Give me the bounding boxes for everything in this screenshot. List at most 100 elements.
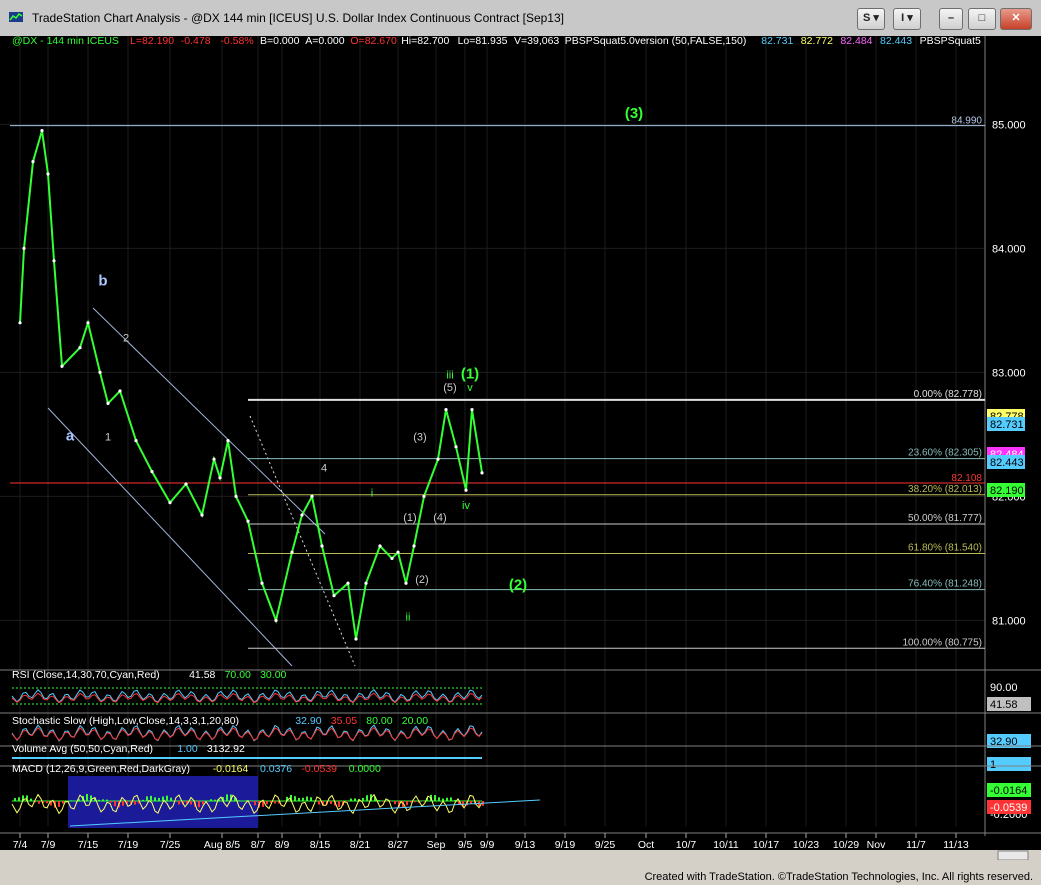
volume-legend-2: 3132.92 — [207, 743, 245, 755]
chart-area[interactable]: RSI (Close,14,30,70,Cyan,Red) 41.58 70.00 3… — [0, 36, 1041, 860]
wave-label-16: ii — [406, 611, 411, 623]
price-point-38 — [436, 457, 440, 461]
macd-hist — [86, 794, 88, 801]
macd-hist — [198, 801, 200, 808]
macd-hist — [110, 801, 112, 803]
macd-hist — [366, 795, 368, 801]
x-tick-17: Oct — [638, 839, 654, 851]
scrollbar-thumb — [997, 850, 1029, 860]
volume-legend-0: Volume Avg (50,50,Cyan,Red) — [12, 743, 153, 755]
close-button[interactable]: ✕ — [1000, 8, 1032, 30]
price-point-0 — [18, 321, 22, 325]
price-point-4 — [46, 172, 50, 176]
price-point-34 — [396, 550, 400, 554]
price-point-5 — [52, 259, 56, 263]
price-point-35 — [404, 581, 408, 585]
x-tick-22: 10/29 — [833, 839, 859, 851]
wave-label-3: 2 — [123, 332, 129, 344]
price-tag-3: 82.443 — [990, 457, 1024, 469]
macd-hist — [122, 801, 124, 806]
x-tick-16: 9/25 — [595, 839, 616, 851]
price-point-2 — [31, 160, 35, 164]
wave-label-4: 1 — [105, 432, 111, 444]
macd-tag-0: -0.0164 — [990, 785, 1027, 797]
copyright-footer: Created with TradeStation. ©TradeStation… — [644, 871, 1033, 883]
macd-hist — [330, 801, 332, 804]
minimize-button[interactable]: – — [939, 8, 963, 30]
wave-label-15: (2) — [415, 574, 428, 586]
price-point-14 — [168, 501, 172, 505]
price-point-29 — [346, 581, 350, 585]
i-menu-button[interactable]: I ▾ — [893, 8, 921, 30]
macd-hist — [14, 798, 16, 801]
wave-label-5: 4 — [321, 463, 327, 475]
price-point-33 — [390, 556, 394, 561]
rsi-legend-0: RSI (Close,14,30,70,Cyan,Red) — [12, 669, 160, 681]
x-tick-12: 9/5 — [458, 839, 473, 851]
price-point-8 — [86, 321, 90, 325]
price-point-1 — [22, 246, 26, 250]
price-point-7 — [78, 346, 82, 350]
fib-label-1: 23.60% (82.305) — [908, 448, 982, 459]
header-legend-7: Hi=82.700 — [401, 36, 449, 47]
macd-hist — [134, 801, 136, 805]
price-point-30 — [354, 637, 358, 641]
macd-hist — [250, 801, 252, 802]
x-tick-15: 9/19 — [555, 839, 576, 851]
x-tick-18: 10/7 — [676, 839, 697, 851]
macd-legend-3: -0.0539 — [301, 763, 337, 775]
macd-hist — [102, 799, 104, 801]
stochastic-legend-0: Stochastic Slow (High,Low,Close,14,3,3,1… — [12, 715, 239, 727]
macd-hist — [214, 799, 216, 801]
window-title: TradeStation Chart Analysis - @DX 144 mi… — [32, 11, 564, 25]
header-legend-8: Lo=81.935 — [458, 36, 508, 47]
macd-hist — [142, 799, 144, 801]
x-tick-10: 8/27 — [388, 839, 409, 851]
header-legend-4: B=0.000 — [260, 36, 300, 47]
macd-hist — [70, 800, 72, 801]
header-legend-10: PBSPSquat5.0version (50,FALSE,150) — [565, 36, 747, 47]
price-point-17 — [212, 457, 216, 461]
x-tick-1: 7/9 — [41, 839, 56, 851]
macd-legend-4: 0.0000 — [349, 763, 381, 775]
x-tick-4: 7/25 — [160, 839, 181, 851]
price-point-40 — [454, 445, 458, 449]
x-tick-25: 11/13 — [943, 839, 969, 851]
volume-tag-0: 1 — [990, 759, 996, 771]
macd-hist — [18, 797, 20, 801]
wave-label-8: (5) — [443, 382, 456, 394]
x-tick-13: 9/9 — [480, 839, 495, 851]
wave-label-1: b — [98, 273, 107, 290]
chart-scrollbar[interactable] — [0, 850, 1041, 860]
price-point-6 — [60, 364, 64, 368]
header-legend-0: @DX - 144 min ICEUS — [12, 36, 119, 47]
macd-hist — [226, 794, 228, 801]
macd-hist — [238, 800, 240, 801]
header-legend-11: 82.731 — [761, 36, 793, 47]
macd-hist — [114, 801, 116, 807]
header-legend-14: 82.443 — [880, 36, 912, 47]
hline-label-0: 84.990 — [951, 116, 982, 127]
y-tick-4: 81.000 — [992, 615, 1026, 627]
s-menu-button[interactable]: S ▾ — [857, 8, 885, 30]
price-point-36 — [412, 544, 416, 548]
fib-label-4: 61.80% (81.540) — [908, 542, 982, 553]
x-tick-24: 11/7 — [906, 839, 926, 851]
macd-legend-1: -0.0164 — [213, 763, 249, 775]
price-point-15 — [184, 482, 188, 486]
macd-hist — [146, 796, 148, 801]
fib-label-5: 76.40% (81.248) — [908, 579, 982, 590]
price-point-43 — [480, 471, 484, 475]
macd-hist — [150, 795, 152, 801]
header-legend-6: O=82.670 — [350, 36, 397, 47]
price-tags: 82.77882.73182.48482.44382.190 — [987, 409, 1025, 497]
macd-hist — [306, 796, 308, 801]
maximize-button[interactable]: □ — [968, 8, 996, 30]
fib-label-3: 50.00% (81.777) — [908, 513, 982, 524]
macd-hist — [318, 801, 320, 805]
x-tick-7: 8/9 — [275, 839, 290, 851]
wave-label-11: iv — [462, 500, 470, 512]
x-tick-21: 10/23 — [793, 839, 819, 851]
price-point-32 — [378, 544, 382, 548]
header-legend-13: 82.484 — [840, 36, 872, 47]
